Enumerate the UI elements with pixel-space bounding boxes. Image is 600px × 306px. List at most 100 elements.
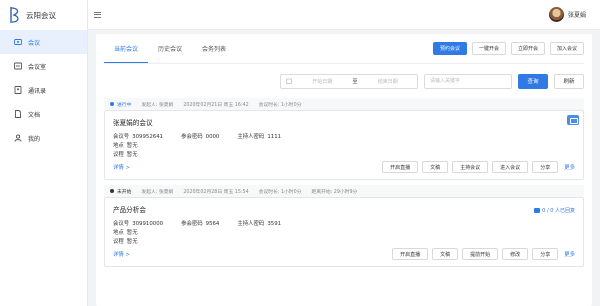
document-button[interactable]: 文稿	[432, 248, 459, 260]
app-logo-icon	[10, 7, 19, 23]
sidebar-item-meeting[interactable]: 会议	[0, 30, 87, 54]
edit-button[interactable]: 修改	[502, 248, 529, 260]
start-date-field[interactable]: 开始日期	[298, 78, 347, 85]
sidebar-item-contacts[interactable]: 通讯录	[0, 78, 87, 102]
enter-meeting-button[interactable]: 进入会议	[492, 161, 529, 173]
tabs-row: 当前会议 历史会议 会务列表 预约会议 一键开会 立即开会 加入会议	[104, 34, 584, 64]
meeting-title: 产品分析会	[113, 206, 146, 214]
initiator: 发起人: 张夏娟	[141, 102, 174, 108]
sidebar-item-label: 我的	[28, 135, 41, 143]
sidebar-item-label: 会议室	[28, 63, 47, 71]
message-icon	[534, 208, 541, 213]
room-icon	[14, 62, 22, 70]
tab-current-meetings[interactable]: 当前会议	[104, 34, 149, 63]
start-live-button[interactable]: 开启直播	[382, 161, 419, 173]
meeting-title: 张夏娟的会议	[113, 119, 153, 127]
meeting-time: 2020年02月21日 周五 16:42	[183, 102, 249, 108]
meeting-password: 0000	[205, 133, 220, 140]
more-link[interactable]: 更多	[564, 163, 575, 171]
meeting-info-row: 会议号 309952641 参会密码 0000 主持人密码 1111	[113, 131, 575, 140]
date-range-picker[interactable]: 开始日期 至 结束日期	[280, 73, 418, 89]
user-icon	[14, 134, 22, 142]
status-badge: 进行中	[110, 101, 131, 108]
sidebar-item-label: 会议	[28, 39, 41, 47]
document-button[interactable]: 文稿	[422, 161, 449, 173]
sidebar-item-mine[interactable]: 我的	[0, 126, 87, 150]
status-text: 未开始	[117, 189, 132, 195]
meeting-password: 9564	[205, 220, 220, 227]
card-bottom: 详情 > 开启直播 文稿 提前开始 修改 分享 更多	[113, 248, 575, 260]
meeting-agenda: 暂无	[126, 238, 138, 245]
meeting-id: 309952641	[132, 133, 164, 140]
date-separator: 至	[352, 78, 358, 85]
share-button[interactable]: 分享	[532, 161, 559, 173]
end-date-field[interactable]: 结束日期	[364, 78, 413, 85]
tab-meeting-affairs[interactable]: 会务列表	[192, 34, 236, 63]
start-early-button[interactable]: 提前开始	[462, 248, 499, 260]
host-password-label: 主持人密码	[237, 220, 265, 227]
query-button[interactable]: 查询	[518, 73, 548, 89]
meeting-time: 2020年02月28日 周五 15:54	[183, 189, 249, 195]
agenda-label: 议程	[113, 151, 124, 158]
header-actions: 预约会议 一键开会 立即开会 加入会议	[432, 42, 584, 55]
refresh-button[interactable]: 刷新	[554, 73, 584, 89]
screen-share-icon[interactable]	[567, 115, 579, 125]
meeting-agenda-row: 议程 暂无	[113, 236, 575, 245]
user-menu[interactable]: 张夏娟	[548, 7, 586, 22]
host-password-label: 主持人密码	[237, 133, 265, 140]
instant-meeting-button[interactable]: 立即开会	[510, 42, 545, 55]
join-meeting-button[interactable]: 加入会议	[549, 42, 584, 55]
share-button[interactable]: 分享	[532, 248, 559, 260]
avatar[interactable]	[548, 7, 564, 22]
host-password: 3591	[267, 220, 282, 227]
brand: 云阳会议	[0, 0, 87, 30]
meeting-id-label: 会议号	[113, 133, 130, 140]
main-content: 当前会议 历史会议 会务列表 预约会议 一键开会 立即开会 加入会议 开始日期 …	[88, 30, 600, 306]
meeting-place: 暂无	[126, 229, 138, 236]
one-click-meeting-button[interactable]: 一键开会	[471, 42, 506, 55]
details-link[interactable]: 详情 >	[113, 163, 130, 171]
meeting-id: 309910000	[132, 220, 164, 227]
status-dot-icon	[110, 189, 114, 193]
card-actions: 开启直播 文稿 主持会议 进入会议 分享 更多	[382, 161, 575, 173]
calendar-icon	[286, 78, 292, 84]
password-label: 参会密码	[181, 133, 203, 140]
user-name: 张夏娟	[567, 12, 586, 19]
sidebar-item-room[interactable]: 会议室	[0, 54, 87, 78]
details-link[interactable]: 详情 >	[113, 250, 130, 258]
host-meeting-button[interactable]: 主持会议	[452, 161, 489, 173]
place-label: 地点	[113, 142, 124, 149]
meeting-card: 张夏娟的会议 会议号 309952641 参会密码 0000 主持人密码 1111 地…	[104, 110, 584, 180]
sidebar-item-label: 通讯录	[28, 87, 47, 95]
status-badge: 未开始	[110, 188, 131, 195]
document-icon	[15, 110, 21, 118]
tab-history-meetings[interactable]: 历史会议	[148, 34, 192, 63]
menu-toggle-icon[interactable]	[94, 10, 104, 20]
meeting-status-line: 未开始 发起人: 张夏娟 2020年02月28日 周五 15:54 会议时长: …	[104, 185, 584, 197]
initiator: 发起人: 张夏娟	[141, 189, 174, 195]
meeting-duration: 会议时长: 1小时0分	[258, 189, 302, 195]
host-password: 1111	[267, 133, 282, 140]
more-link[interactable]: 更多	[564, 250, 575, 258]
meeting-info-row: 会议号 309910000 参会密码 9564 主持人密码 3591	[113, 218, 575, 227]
reply-status[interactable]: 0 / 0 人已回复	[534, 207, 575, 214]
agenda-label: 议程	[113, 238, 124, 245]
password-label: 参会密码	[181, 220, 203, 227]
book-meeting-button[interactable]: 预约会议	[432, 42, 467, 55]
sidebar-item-documents[interactable]: 文档	[0, 102, 87, 126]
meeting-place: 暂无	[126, 142, 138, 149]
contacts-icon	[14, 86, 22, 94]
status-dot-icon	[110, 102, 114, 106]
sidebar-item-label: 文档	[28, 111, 41, 119]
status-text: 进行中	[117, 102, 132, 108]
start-live-button[interactable]: 开启直播	[392, 248, 429, 260]
meeting-duration: 会议时长: 1小时0分	[258, 102, 302, 108]
meeting-agenda: 暂无	[126, 151, 138, 158]
tabs: 当前会议 历史会议 会务列表	[104, 34, 236, 63]
meeting-status-line: 进行中 发起人: 张夏娟 2020年02月21日 周五 16:42 会议时长: …	[104, 98, 584, 110]
top-bar: 张夏娟	[88, 0, 600, 30]
keyword-search-input[interactable]	[424, 73, 512, 89]
sidebar: 云阳会议 会议 会议室 通讯录 文档 我的	[0, 0, 88, 306]
card-bottom: 详情 > 开启直播 文稿 主持会议 进入会议 分享 更多	[113, 161, 575, 173]
card-actions: 开启直播 文稿 提前开始 修改 分享 更多	[392, 248, 575, 260]
